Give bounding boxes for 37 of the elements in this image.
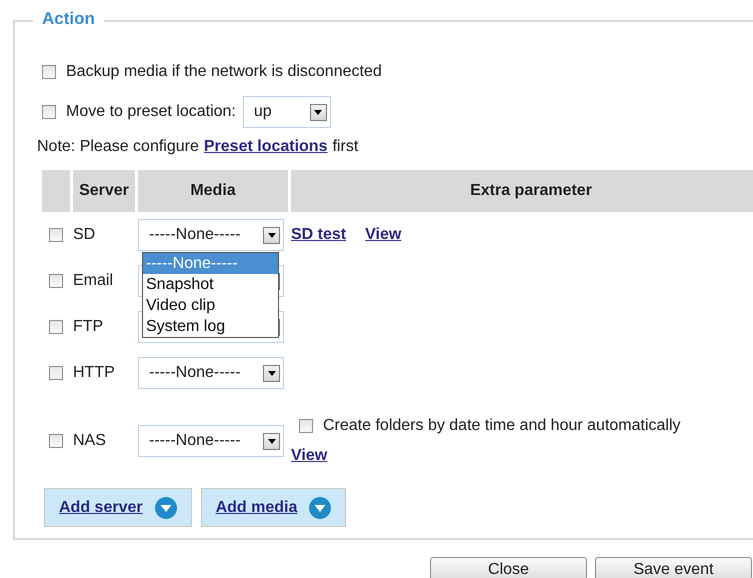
note-text: Note: Please configure bbox=[37, 138, 199, 156]
option-label: Backup media if the network is disconnected bbox=[66, 63, 382, 81]
column-header: Extra parameter bbox=[291, 170, 753, 212]
footer-button[interactable]: Close bbox=[430, 557, 587, 578]
media-select[interactable]: -----None----- bbox=[138, 425, 284, 457]
checkbox[interactable] bbox=[49, 228, 63, 242]
media-select[interactable]: -----None----- bbox=[138, 357, 284, 389]
media-select[interactable]: -----None----- bbox=[138, 219, 284, 251]
checkbox[interactable] bbox=[49, 320, 63, 334]
server-name: HTTP bbox=[73, 364, 115, 382]
server-name: FTP bbox=[73, 318, 104, 336]
server-name: NAS bbox=[73, 432, 106, 450]
dropdown-option[interactable]: System log bbox=[143, 316, 278, 337]
add-button[interactable]: Add media bbox=[200, 488, 346, 527]
column-header: Media bbox=[138, 170, 288, 212]
dropdown-option[interactable]: Snapshot bbox=[143, 274, 278, 295]
checkbox[interactable] bbox=[49, 434, 63, 448]
add-button[interactable]: Add server bbox=[44, 488, 192, 527]
server-name: Email bbox=[73, 272, 114, 290]
note-text: first bbox=[332, 138, 358, 156]
checkbox[interactable] bbox=[299, 419, 313, 433]
link[interactable]: SD test bbox=[291, 226, 346, 244]
option-label: Create folders by date time and hour automatically bbox=[323, 417, 681, 435]
checkbox[interactable] bbox=[42, 105, 56, 119]
preset-locations-link[interactable]: Preset locations bbox=[204, 138, 328, 156]
preset-select[interactable]: up bbox=[242, 96, 331, 128]
link[interactable]: View bbox=[365, 226, 402, 244]
footer-button[interactable]: Save event bbox=[595, 557, 752, 578]
checkbox[interactable] bbox=[49, 274, 63, 288]
dropdown-option[interactable]: Video clip bbox=[143, 295, 278, 316]
option-label: Move to preset location: bbox=[66, 103, 236, 121]
checkbox[interactable] bbox=[49, 366, 63, 380]
checkbox[interactable] bbox=[42, 65, 56, 79]
server-name: SD bbox=[73, 226, 96, 244]
column-header: Server bbox=[73, 170, 135, 212]
link[interactable]: View bbox=[291, 447, 328, 465]
header-cell bbox=[42, 170, 70, 212]
